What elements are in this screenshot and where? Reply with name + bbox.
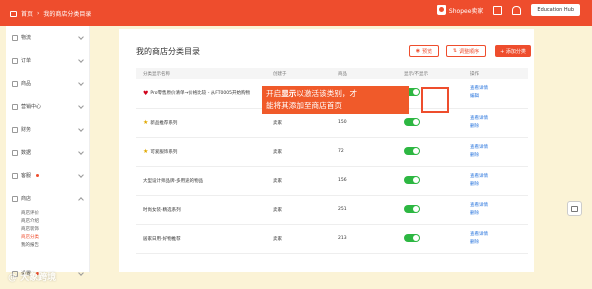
toggle-highlight-box (421, 87, 449, 113)
main-card: 我的商店分类目录 ◉ 预览 ⇅ 调整顺序 + 添加分类 分类显示名称 创建于 商品 … (119, 29, 534, 272)
wallet-icon (12, 126, 18, 133)
category-count: 72 (331, 137, 397, 167)
breadcrumb-current: 我的商店分类目录 (43, 11, 92, 18)
chevron-down-icon (78, 171, 84, 178)
delete-link[interactable]: 删除 (470, 210, 528, 218)
display-toggle[interactable] (404, 204, 420, 213)
table-row: 时尚女装-精选系列 卖家 251 查看详情 删除 (136, 195, 528, 225)
truck-icon (12, 34, 18, 41)
brand-logo[interactable]: Shopee卖家 (436, 5, 483, 15)
bell-icon[interactable] (512, 5, 522, 15)
submenu-shop-intro[interactable]: 商店介绍 (21, 218, 89, 226)
sidebar: 物流 订单 商品 营销中心 财务 数据 客服 商店 商店评价 商店介绍 商店装饰… (6, 26, 90, 277)
table-row: 大型设计师品牌-多用途的物品 卖家 156 查看详情 删除 (136, 166, 528, 196)
product-icon (12, 80, 18, 87)
view-details-link[interactable]: 查看详情 (470, 85, 528, 93)
tutorial-callout: 开启显示以激活该类别，才 能将其添加至商店首页 (262, 86, 409, 114)
submenu-shop-decoration[interactable]: 商店装饰 (21, 226, 89, 234)
top-bar: 首页 › 我的商店分类目录 Shopee卖家 Education Hub (0, 0, 592, 26)
col-creator: 创建于 (266, 68, 331, 79)
chat-icon (571, 205, 578, 212)
sort-icon: ⇅ (452, 48, 458, 54)
adjust-order-button[interactable]: ⇅ 调整顺序 (446, 45, 486, 57)
view-details-link[interactable]: 查看详情 (470, 231, 528, 239)
chart-icon (12, 149, 18, 156)
preview-button[interactable]: ◉ 预览 (409, 45, 439, 57)
grid-menu-icon[interactable] (493, 5, 503, 15)
view-details-link[interactable]: 查看详情 (470, 202, 528, 210)
breadcrumb: 首页 › 我的商店分类目录 (10, 9, 91, 18)
shop-submenu: 商店评价 商店介绍 商店装饰 商店分类 我的报告 (6, 210, 89, 250)
table-row: ★ 可爱服饰系列 卖家 72 查看详情 删除 (136, 137, 528, 167)
sidebar-item-shop[interactable]: 商店 (6, 187, 89, 210)
category-name: 可爱服饰系列 (150, 149, 178, 155)
eye-icon: ◉ (415, 48, 421, 54)
add-category-button[interactable]: + 添加分类 (495, 45, 531, 57)
chat-icon (12, 172, 18, 179)
shop-icon (12, 195, 18, 202)
sidebar-item-finance[interactable]: 财务 (6, 118, 89, 141)
sidebar-item-logistics[interactable]: 物流 (6, 26, 89, 49)
shopee-bag-icon (436, 5, 446, 15)
category-creator: 卖家 (266, 224, 331, 254)
display-toggle[interactable] (404, 146, 420, 155)
delete-link[interactable]: 删除 (470, 152, 528, 160)
submenu-shop-rating[interactable]: 商店评价 (21, 210, 89, 218)
sidebar-item-marketing[interactable]: 营销中心 (6, 95, 89, 118)
chevron-up-icon (78, 196, 84, 203)
breadcrumb-home[interactable]: 首页 (21, 9, 33, 18)
category-count: 213 (331, 224, 397, 254)
category-name: 居家日用-好物推荐 (143, 236, 181, 242)
chevron-down-icon (78, 125, 84, 132)
category-name: 大型设计师品牌-多用途的物品 (143, 178, 204, 184)
view-details-link[interactable]: 查看详情 (470, 173, 528, 181)
watermark: @ 大象跨境 (8, 273, 57, 283)
delete-link[interactable]: 删除 (470, 239, 528, 247)
category-creator: 卖家 (266, 195, 331, 225)
sidebar-item-customer-service[interactable]: 客服 (6, 164, 89, 187)
category-count: 251 (331, 195, 397, 225)
marketing-icon (12, 103, 18, 110)
chevron-down-icon (78, 148, 84, 155)
user-account[interactable]: Education Hub (531, 4, 580, 16)
floating-chat-button[interactable] (567, 201, 582, 216)
table-row: 居家日用-好物推荐 卖家 213 查看详情 删除 (136, 224, 528, 254)
col-display: 显示/不显示 (397, 68, 463, 79)
category-name: Pro零售原价清单→价格比较 - 从FT0005开始购物 (150, 91, 250, 97)
category-name: 新品推荐系列 (150, 120, 178, 126)
display-toggle[interactable] (404, 117, 420, 126)
submenu-shop-categories[interactable]: 商店分类 (21, 234, 89, 242)
chevron-down-icon (78, 79, 84, 86)
home-icon[interactable] (10, 10, 17, 17)
display-toggle[interactable] (404, 233, 420, 242)
view-details-link[interactable]: 查看详情 (470, 115, 528, 123)
col-actions: 操作 (463, 68, 528, 79)
edit-link[interactable]: 编辑 (470, 93, 528, 101)
table-header: 分类显示名称 创建于 商品 显示/不显示 操作 (136, 68, 528, 79)
sidebar-item-orders[interactable]: 订单 (6, 49, 89, 72)
notification-dot (36, 174, 40, 177)
chevron-down-icon (78, 56, 84, 63)
chevron-down-icon (78, 33, 84, 40)
category-creator: 卖家 (266, 166, 331, 196)
sidebar-item-data[interactable]: 数据 (6, 141, 89, 164)
chevron-down-icon (78, 102, 84, 109)
col-products: 商品 (331, 68, 397, 79)
category-creator: 卖家 (266, 137, 331, 167)
category-name: 时尚女装-精选系列 (143, 207, 181, 213)
star-icon: ★ (143, 119, 149, 126)
sidebar-item-products[interactable]: 商品 (6, 72, 89, 95)
delete-link[interactable]: 删除 (470, 181, 528, 189)
submenu-my-reports[interactable]: 我的报告 (21, 242, 89, 250)
heart-icon: ♥ (143, 89, 149, 97)
order-icon (12, 57, 18, 64)
delete-link[interactable]: 删除 (470, 123, 528, 131)
display-toggle[interactable] (404, 175, 420, 184)
chevron-down-icon (78, 269, 84, 276)
view-details-link[interactable]: 查看详情 (470, 144, 528, 152)
category-count: 156 (331, 166, 397, 196)
star-icon: ★ (143, 148, 149, 155)
page-title: 我的商店分类目录 (136, 47, 200, 56)
col-name: 分类显示名称 (136, 68, 266, 79)
